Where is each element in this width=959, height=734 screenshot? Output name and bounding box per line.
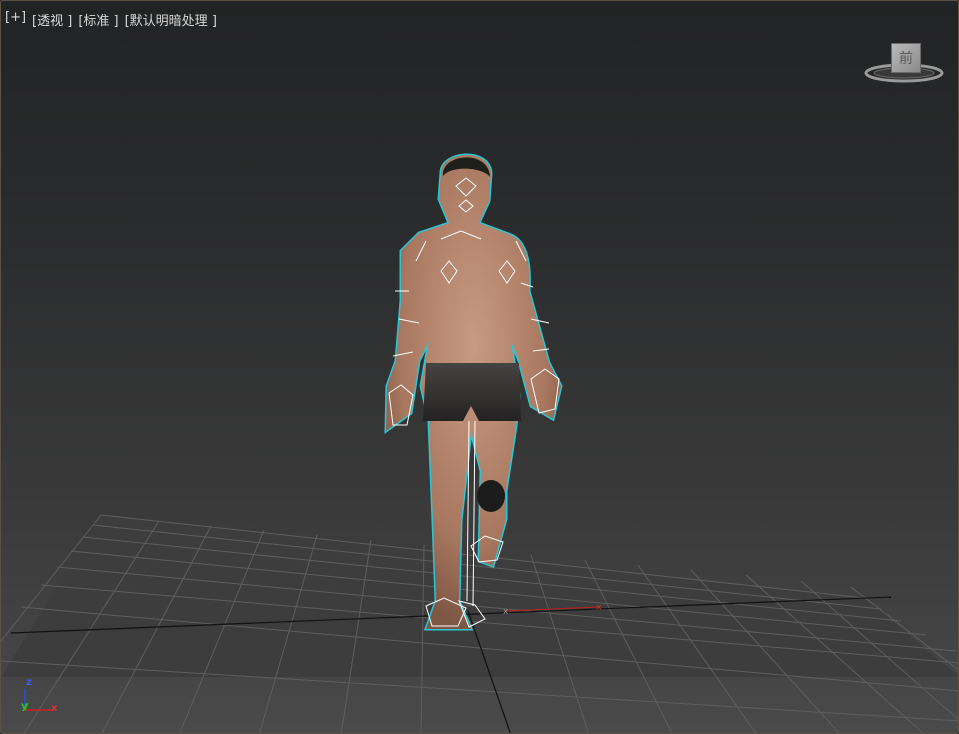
axis-tripod: z x y [17,677,67,717]
viewport-point-of-view-menu[interactable]: [透视 ] [32,10,72,29]
axis-x-label: x [51,703,58,714]
knee-brace [477,480,505,512]
axis-z-label: z [26,677,32,688]
viewport-label-menu: [+] [透视 ] [标准 ] [默认明暗处理 ] [5,10,217,29]
viewcube[interactable]: 前 [863,41,945,86]
x-axis-end-marker: × [595,603,603,613]
viewport-standard-menu[interactable]: [标准 ] [78,10,118,29]
viewcube-front-face[interactable]: 前 [891,43,921,73]
perspective-viewport[interactable]: x × [+] [透视] [标准] [默认明暗处理] 前 z x y [0,0,959,734]
origin-marker: x [503,607,509,617]
viewport-general-menu[interactable]: [+] [5,10,26,29]
viewport-shading-menu[interactable]: [默认明暗处理 ] [125,10,217,29]
axis-y-label: y [21,701,28,712]
viewport-scene[interactable]: x × [1,1,959,734]
